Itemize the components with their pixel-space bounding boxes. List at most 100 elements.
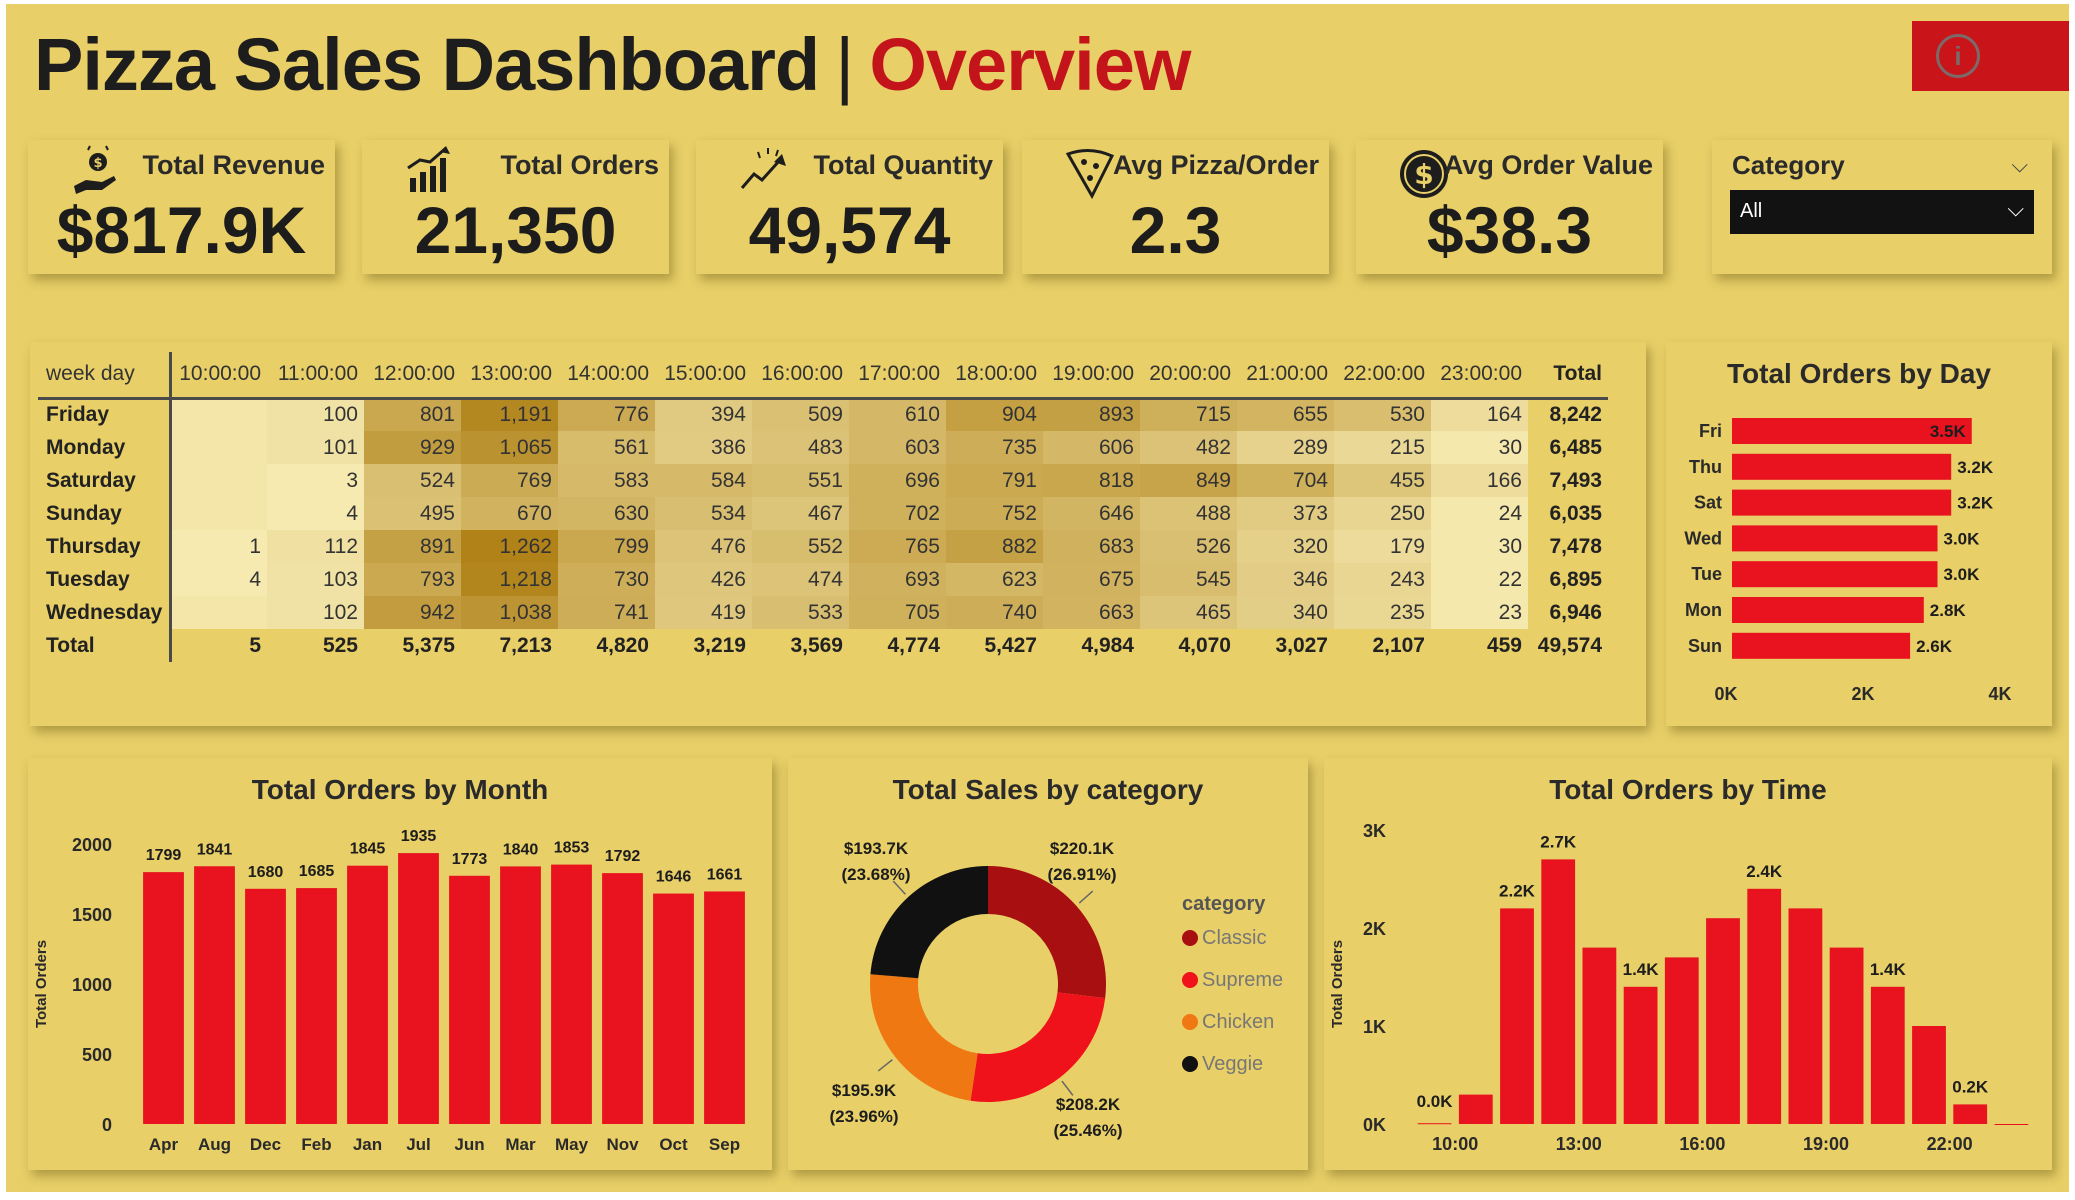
dropdown-selected-value: All (1740, 200, 1763, 222)
category-dropdown[interactable]: All ⌵ (1730, 190, 2034, 234)
matrix-cell: 849 (1140, 464, 1237, 497)
chevron-down-icon: ⌵ (2007, 196, 2024, 221)
matrix-cell: 702 (849, 497, 946, 530)
month-data-label: 1845 (350, 841, 386, 858)
matrix-col-header: 15:00:00 (664, 362, 746, 386)
matrix-col-header: 12:00:00 (373, 362, 455, 386)
kpi-card-avg-order-value: $ Avg Order Value $38.3 (1356, 140, 1663, 274)
donut-data-label: $195.9K (832, 1081, 897, 1100)
matrix-row-label: Thursday (38, 530, 172, 563)
month-x-tick: Jul (406, 1135, 431, 1154)
month-y-axis-title: Total Orders (33, 940, 50, 1028)
month-bar (704, 891, 745, 1124)
matrix-row-label: Sunday (38, 497, 172, 530)
kpi-value: $38.3 (1426, 193, 1593, 267)
matrix-cell: 346 (1237, 563, 1334, 596)
matrix-totals-row: Total 5 525 5,375 7,213 4,820 3,219 3,569 4,774 5… (38, 629, 1608, 662)
matrix-cell: 166 (1431, 464, 1528, 497)
time-bar (1953, 1104, 1988, 1124)
matrix-cell: 715 (1140, 398, 1237, 431)
matrix-row-total: 6,946 (1549, 600, 1602, 624)
time-x-tick: 16:00 (1679, 1134, 1725, 1154)
matrix-cell: 483 (752, 431, 849, 464)
day-data-label: 3.0K (1944, 529, 1981, 548)
matrix-col-header: 23:00:00 (1440, 362, 1522, 386)
day-x-tick: 0K (1714, 684, 1737, 704)
day-data-label: 3.2K (1957, 458, 1994, 477)
kpi-label: Avg Pizza/Order (1112, 150, 1319, 180)
month-data-label: 1841 (197, 841, 233, 858)
kpi-label: Total Revenue (142, 150, 325, 180)
matrix-cell: 730 (558, 563, 655, 596)
month-bar (500, 866, 541, 1124)
matrix-cell: 474 (752, 563, 849, 596)
matrix-column-total: 459 (1486, 633, 1522, 657)
time-y-axis-title: Total Orders (1329, 940, 1346, 1028)
matrix-cell: 235 (1334, 596, 1431, 629)
donut-slice (970, 992, 1106, 1102)
matrix-cell: 289 (1237, 431, 1334, 464)
matrix-cell: 663 (1043, 596, 1140, 629)
matrix-cell: 426 (655, 563, 752, 596)
info-button[interactable]: i (1912, 21, 2069, 91)
donut-data-label: $193.7K (844, 839, 909, 858)
month-data-label: 1799 (146, 847, 182, 864)
matrix-cell: 741 (558, 596, 655, 629)
matrix-column-total: 5,375 (402, 633, 455, 657)
matrix-column-total: 3,027 (1275, 633, 1328, 657)
legend-marker (1182, 1056, 1198, 1072)
matrix-col-header: 19:00:00 (1052, 362, 1134, 386)
chevron-down-icon[interactable]: ⌵ (2011, 152, 2028, 178)
matrix-cell: 373 (1237, 497, 1334, 530)
matrix-body: Friday 100 801 1,191 776 394 509 610 904 893 715 65… (38, 398, 1608, 662)
matrix-cell: 488 (1140, 497, 1237, 530)
matrix-column-total: 5 (249, 633, 261, 657)
matrix-cell: 22 (1431, 563, 1528, 596)
matrix-corner-label: week day (38, 352, 172, 398)
matrix-column-total: 7,213 (499, 633, 552, 657)
donut-leader-line (1078, 890, 1094, 904)
day-data-label: 3.2K (1957, 494, 1994, 513)
matrix-row: Wednesday 102 942 1,038 741 419 533 705 740 663 46… (38, 596, 1608, 629)
time-bar (1541, 859, 1576, 1124)
matrix-row-label: Total (38, 629, 172, 662)
matrix-cell: 1,065 (461, 431, 558, 464)
kpi-value: 21,350 (414, 193, 617, 267)
matrix-row: Thursday 1 112 891 1,262 799 476 552 765 882 683 52… (38, 530, 1608, 563)
matrix-column-total: 2,107 (1372, 633, 1425, 657)
matrix-cell: 1,191 (461, 398, 558, 431)
matrix-cell: 386 (655, 431, 752, 464)
matrix-cell: 103 (267, 563, 364, 596)
matrix-column-total: 4,984 (1081, 633, 1134, 657)
matrix-cell: 30 (1431, 431, 1528, 464)
month-data-label: 1661 (707, 866, 743, 883)
time-bar (1582, 947, 1617, 1124)
matrix-cell (170, 596, 267, 629)
day-axis-label: Wed (1684, 528, 1722, 548)
matrix-col-header: 11:00:00 (277, 362, 358, 386)
matrix-column-total: 525 (322, 633, 358, 657)
month-bar (602, 873, 643, 1124)
matrix-row-total: 7,478 (1549, 534, 1602, 558)
matrix-grand-total: 49,574 (1537, 633, 1602, 657)
time-data-label: 1.4K (1623, 960, 1660, 979)
matrix-cell: 3 (267, 464, 364, 497)
matrix-row-label: Wednesday (38, 596, 172, 629)
month-y-tick: 500 (82, 1045, 112, 1065)
matrix-cell: 394 (655, 398, 752, 431)
time-x-tick: 19:00 (1803, 1134, 1849, 1154)
matrix-cell: 801 (364, 398, 461, 431)
matrix-cell: 526 (1140, 530, 1237, 563)
matrix-cell: 524 (364, 464, 461, 497)
orders-by-time-svg: Total Orders 0K 1K 2K 3K 2.2K 2.7K 1.4K 2.4K 1.4K… (1329, 821, 2029, 1154)
matrix-cell: 929 (364, 431, 461, 464)
month-bar (653, 893, 694, 1124)
time-y-tick: 1K (1363, 1017, 1386, 1037)
time-bar (1417, 1123, 1452, 1125)
day-axis-label: Fri (1699, 421, 1722, 441)
matrix-col-header: 17:00:00 (858, 362, 940, 386)
matrix-cell: 533 (752, 596, 849, 629)
time-bar (1706, 918, 1740, 1124)
month-x-tick: Nov (606, 1135, 639, 1154)
matrix-cell: 655 (1237, 398, 1334, 431)
